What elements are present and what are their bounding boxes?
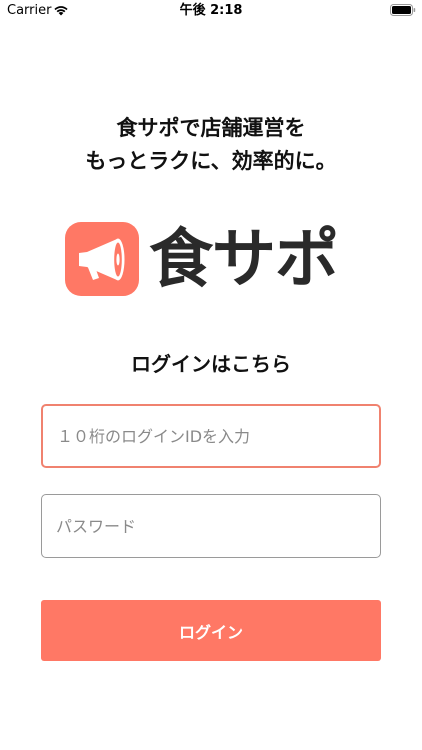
tagline-line-1: 食サポで店舗運営を [116, 116, 306, 140]
login-id-input[interactable] [41, 404, 381, 468]
clock: 午後 2:18 [179, 3, 243, 18]
logo-mark [65, 222, 139, 296]
tagline: 食サポで店舗運営を もっとラクに、効率的に。 [0, 112, 422, 178]
logo-wordmark: 食サポ [149, 223, 339, 297]
login-heading: ログインはこちら [131, 352, 291, 376]
app-logo: 食サポ [65, 220, 365, 300]
battery-icon [390, 4, 416, 16]
login-button[interactable]: ログイン [41, 600, 381, 661]
status-bar: Carrier 午後 2:18 [0, 0, 422, 22]
tagline-line-2: もっとラクに、効率的に。 [85, 149, 337, 173]
megaphone-icon [79, 238, 125, 281]
password-input[interactable] [41, 494, 381, 558]
